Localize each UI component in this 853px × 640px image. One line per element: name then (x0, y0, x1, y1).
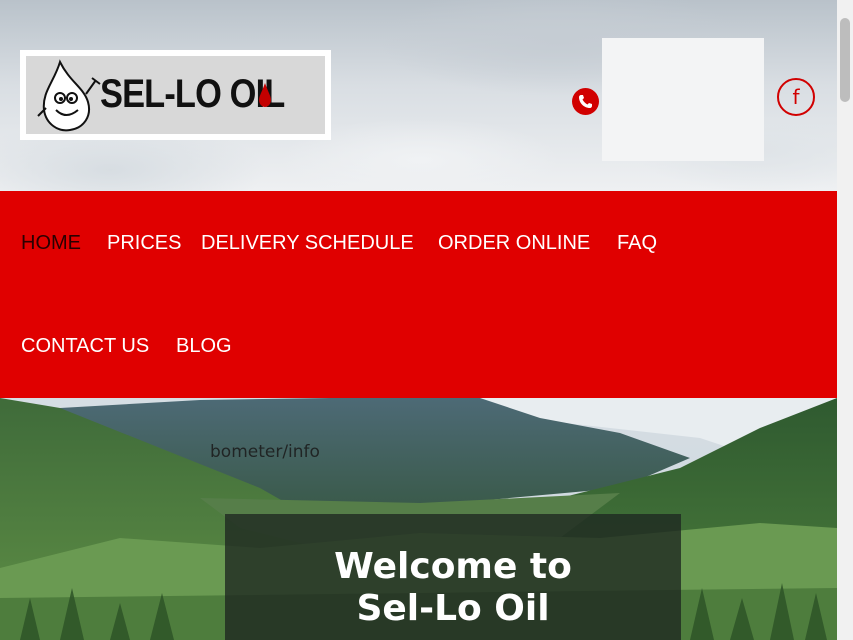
logo-background: SEL-LO OIL (26, 56, 325, 134)
welcome-title-line2: Sel-Lo Oil (356, 588, 550, 629)
red-drop-icon (259, 83, 271, 107)
main-navigation: HOME PRICES DELIVERY SCHEDULE ORDER ONLI… (0, 191, 837, 398)
nav-item-prices[interactable]: PRICES (107, 232, 181, 255)
nav-item-contact-us[interactable]: CONTACT US (21, 335, 149, 358)
header-widget-placeholder (602, 38, 764, 161)
nav-item-blog[interactable]: BLOG (176, 335, 232, 358)
welcome-panel: Welcome to Sel-Lo Oil (225, 514, 681, 640)
hero-banner: bometer/info Welcome to Sel-Lo Oil (0, 398, 837, 640)
nav-item-home[interactable]: HOME (21, 232, 81, 255)
scrollbar[interactable] (837, 0, 853, 640)
welcome-title-line1: Welcome to (334, 546, 572, 587)
logo[interactable]: SEL-LO OIL (20, 50, 331, 140)
nav-item-delivery-schedule[interactable]: DELIVERY SCHEDULE (201, 232, 414, 255)
phone-icon[interactable] (572, 88, 599, 115)
scrollbar-thumb[interactable] (840, 18, 850, 102)
nav-item-faq[interactable]: FAQ (617, 232, 657, 255)
hero-overlay-text: bometer/info (210, 442, 320, 462)
logo-wordmark: SEL-LO OIL (100, 72, 285, 116)
facebook-icon[interactable]: f (777, 78, 815, 116)
site-header: SEL-LO OIL f (0, 0, 837, 191)
oil-drop-mascot-icon (37, 59, 101, 132)
nav-item-order-online[interactable]: ORDER ONLINE (438, 232, 590, 255)
